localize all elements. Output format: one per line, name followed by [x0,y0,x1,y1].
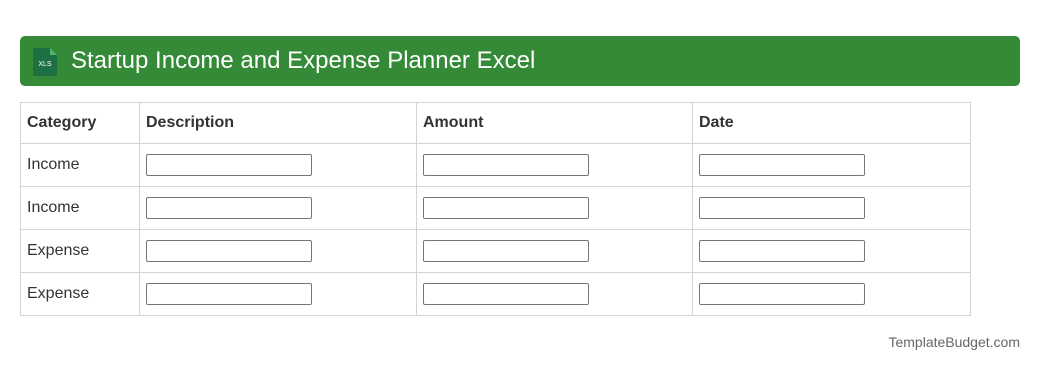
description-input[interactable] [146,197,312,219]
column-header-amount: Amount [416,102,693,144]
amount-cell [416,229,693,273]
table-header-row: Category Description Amount Date [20,102,971,144]
date-cell [692,186,971,230]
amount-cell [416,186,693,230]
date-input[interactable] [699,197,865,219]
date-cell [692,272,971,316]
amount-cell [416,272,693,316]
description-input[interactable] [146,240,312,262]
amount-cell [416,143,693,187]
column-header-date: Date [692,102,971,144]
category-cell: Expense [20,229,140,273]
column-header-description: Description [139,102,417,144]
page-title: Startup Income and Expense Planner Excel [71,47,536,74]
table-row: Expense [20,272,971,316]
date-cell [692,143,971,187]
date-cell [692,229,971,273]
description-input[interactable] [146,283,312,305]
amount-input[interactable] [423,283,589,305]
svg-text:XLS: XLS [38,61,52,68]
date-input[interactable] [699,283,865,305]
category-cell: Income [20,143,140,187]
table-row: Expense [20,229,971,273]
table-row: Income [20,186,971,230]
category-cell: Income [20,186,140,230]
amount-input[interactable] [423,240,589,262]
amount-input[interactable] [423,197,589,219]
planner-table: Category Description Amount Date Income … [20,102,971,316]
amount-input[interactable] [423,154,589,176]
description-cell [139,229,417,273]
table-row: Income [20,143,971,187]
title-banner: XLS Startup Income and Expense Planner E… [20,36,1020,86]
description-input[interactable] [146,154,312,176]
site-credit: TemplateBudget.com [888,334,1020,350]
xls-file-icon: XLS [33,48,57,76]
date-input[interactable] [699,154,865,176]
description-cell [139,272,417,316]
column-header-category: Category [20,102,140,144]
description-cell [139,143,417,187]
description-cell [139,186,417,230]
date-input[interactable] [699,240,865,262]
category-cell: Expense [20,272,140,316]
